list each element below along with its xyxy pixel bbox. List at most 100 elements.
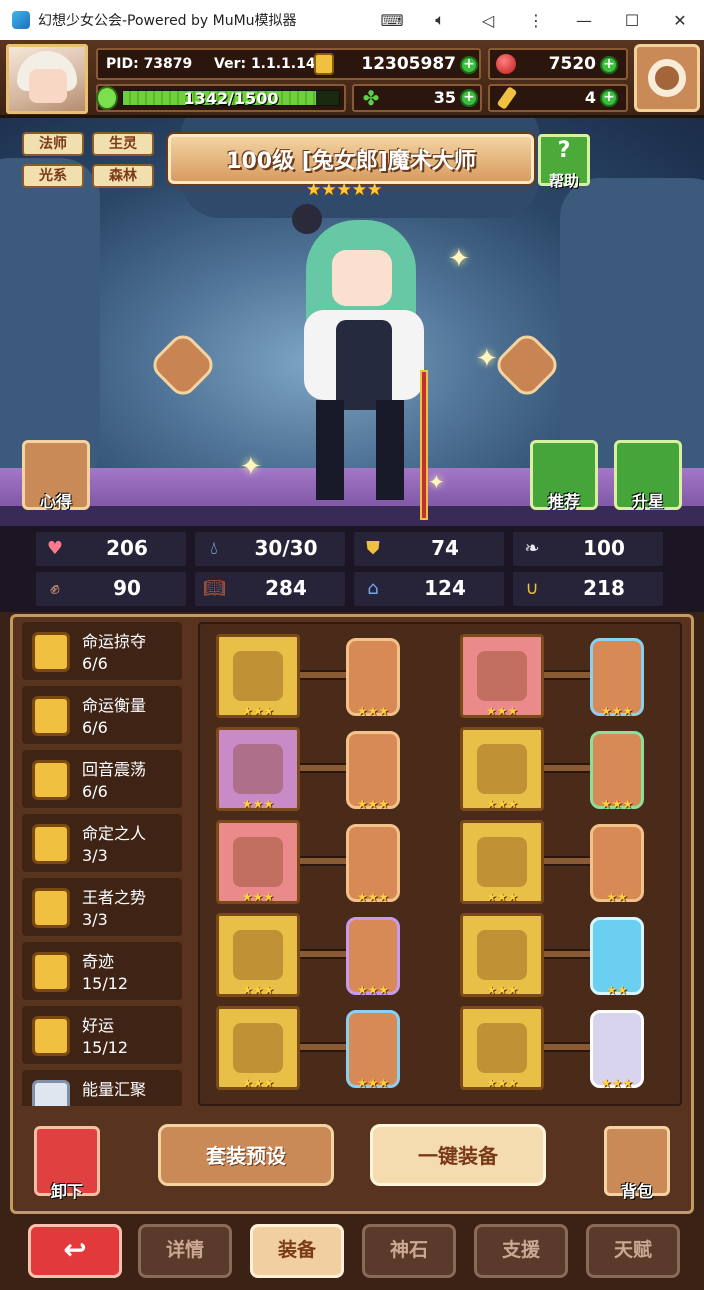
belt-icon	[477, 930, 527, 980]
set-name: 命运衡量	[82, 696, 147, 715]
slot-connector	[544, 1042, 594, 1052]
clover-icon: ✤	[362, 86, 380, 110]
gold-coin-icon	[314, 53, 334, 75]
set-name: 命定之人	[82, 824, 147, 843]
item-star-rating: ★★★	[241, 983, 275, 997]
set-bonus-item[interactable]: 能量汇聚	[22, 1070, 182, 1106]
set-bonus-item[interactable]: 命运掠夺 6/6	[22, 622, 182, 680]
set-name: 奇迹	[82, 952, 115, 971]
question-icon: ?	[557, 138, 571, 163]
maximize-icon[interactable]: ☐	[608, 0, 656, 40]
stat-value: 100	[583, 536, 625, 560]
boot-icon: ⌂	[367, 578, 379, 599]
add-gem-button[interactable]: +	[600, 56, 618, 74]
set-emblem-icon	[32, 696, 70, 736]
set-emblem-icon	[32, 952, 70, 992]
tab-5[interactable]: 天赋	[586, 1224, 680, 1278]
bracer-icon	[477, 837, 527, 887]
add-key-button[interactable]: +	[600, 89, 618, 107]
set-emblem-icon	[32, 632, 70, 672]
slot-connector	[300, 670, 350, 680]
set-name: 命运掠夺	[82, 632, 147, 651]
stat-value: 284	[265, 576, 307, 600]
set-bonus-item[interactable]: 命定之人 3/3	[22, 814, 182, 872]
key-amount: 4	[584, 88, 596, 107]
back-icon[interactable]: ◁	[464, 0, 512, 40]
set-count: 6/6	[82, 654, 108, 673]
add-gold-button[interactable]: +	[460, 56, 478, 74]
item-star-rating: ★★★	[241, 797, 275, 811]
book-icon: 📖︎	[203, 578, 226, 599]
sparkle-icon: ✦	[448, 244, 470, 274]
set-name: 王者之势	[82, 888, 147, 907]
set-count: 15/12	[82, 974, 129, 993]
settings-button[interactable]	[634, 44, 700, 112]
rune-star-rating: ★★★	[356, 890, 390, 904]
stat-value: 90	[113, 576, 141, 600]
help-label: 帮助	[548, 172, 579, 190]
tab-4[interactable]: 支援	[474, 1224, 568, 1278]
set-count: 3/3	[82, 846, 108, 865]
wing-icon: ❧	[524, 538, 540, 559]
set-count: 6/6	[82, 782, 108, 801]
orb-icon	[233, 744, 283, 794]
tag-element: 光系	[22, 164, 84, 188]
close-icon[interactable]: ✕	[656, 0, 704, 40]
tree-trunk	[0, 158, 100, 488]
rune-star-rating: ★★★	[600, 1076, 634, 1090]
keyboard-icon[interactable]: ⌨	[368, 0, 416, 40]
set-name: 好运	[82, 1016, 115, 1035]
set-bonus-item[interactable]: 命运衡量 6/6	[22, 686, 182, 744]
set-count: 15/12	[82, 1038, 129, 1057]
hat-icon	[477, 651, 527, 701]
clover-amount: 35	[433, 88, 456, 107]
tag-race: 生灵	[92, 132, 154, 156]
stat-value: 30/30	[254, 536, 318, 560]
set-name: 回音震荡	[82, 760, 147, 779]
player-id: PID: 73879	[106, 56, 193, 72]
slot-connector	[544, 670, 594, 680]
item-star-rating: ★★★	[241, 890, 275, 904]
set-bonus-item[interactable]: 王者之势 3/3	[22, 878, 182, 936]
player-avatar[interactable]	[6, 44, 88, 114]
item-star-rating: ★★★	[485, 797, 519, 811]
star-up-label: 升星	[631, 492, 664, 511]
equip-all-button[interactable]: 一键装备	[370, 1124, 546, 1186]
return-arrow-icon[interactable]: ↩	[28, 1224, 122, 1278]
hero-character-sprite	[292, 200, 446, 520]
slot-connector	[300, 856, 350, 866]
sparkle-icon: ✦	[240, 452, 262, 482]
shield-icon: ⛊	[366, 538, 380, 559]
rune-star-rating: ★★★	[600, 704, 634, 718]
set-bonus-list[interactable]: 命运掠夺 6/6 命运衡量 6/6 回音震荡 6/6 命定之人 3/3 王者之势 3/3 奇迹 15/…	[22, 622, 182, 1106]
gold-amount: 12305987	[361, 54, 456, 74]
tag-region: 森林	[92, 164, 154, 188]
set-bonus-item[interactable]: 好运 15/12	[22, 1006, 182, 1064]
item-star-rating: ★★★	[241, 704, 275, 718]
volume-icon[interactable]: 🔈︎	[416, 0, 464, 40]
minimize-icon[interactable]: —	[560, 0, 608, 40]
stat-value: 206	[106, 536, 148, 560]
set-preset-button[interactable]: 套装预设	[158, 1124, 334, 1186]
more-icon[interactable]: ⋮	[512, 0, 560, 40]
item-star-rating: ★★★	[485, 1076, 519, 1090]
tab-3[interactable]: 神石	[362, 1224, 456, 1278]
horseshoe-icon: ∪	[525, 578, 539, 599]
stat-value: 218	[583, 576, 625, 600]
tab-1[interactable]: 详情	[138, 1224, 232, 1278]
heart-icon: ♥	[46, 538, 64, 559]
window-title: 幻想少女公会-Powered by MuMu模拟器	[38, 13, 297, 29]
set-emblem-icon	[32, 1016, 70, 1056]
tab-2[interactable]: 装备	[250, 1224, 344, 1278]
slot-connector	[300, 949, 350, 959]
mumu-app-icon	[12, 11, 30, 29]
set-bonus-item[interactable]: 回音震荡 6/6	[22, 750, 182, 808]
armor-icon	[477, 744, 527, 794]
fist-icon: ✊︎	[50, 578, 60, 599]
set-bonus-item[interactable]: 奇迹 15/12	[22, 942, 182, 1000]
add-clover-button[interactable]: +	[460, 89, 478, 107]
tag-class: 法师	[22, 132, 84, 156]
set-emblem-icon	[32, 888, 70, 928]
set-count: 6/6	[82, 718, 108, 737]
game-version: Ver: 1.1.1.14	[214, 56, 316, 72]
